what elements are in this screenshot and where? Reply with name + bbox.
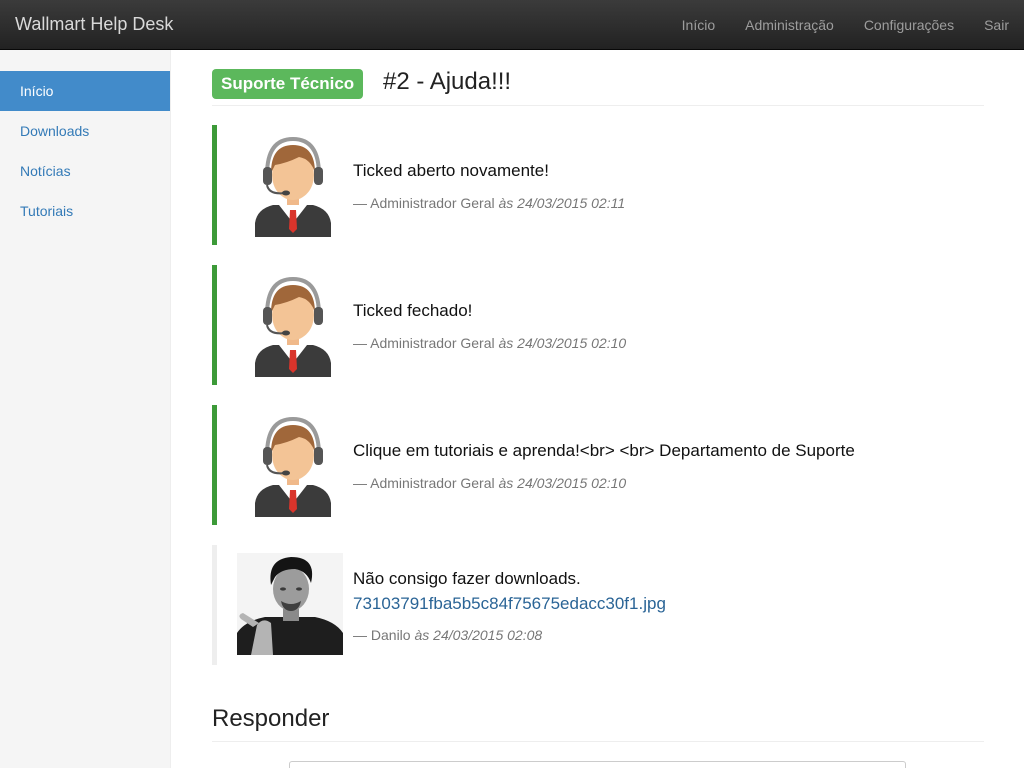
nav-link-sair[interactable]: Sair	[969, 0, 1024, 50]
message-meta: — Administrador Geral às 24/03/2015 02:1…	[353, 475, 626, 491]
page-header: Suporte Técnico #2 - Ajuda!!!	[212, 50, 984, 106]
reply-heading: Responder	[212, 705, 330, 732]
message-date: às 24/03/2015 02:08	[414, 627, 543, 643]
nav-link-inicio[interactable]: Início	[667, 0, 730, 50]
support-agent-avatar-icon	[255, 136, 331, 237]
sidebar-item-noticias[interactable]: Notícias	[0, 151, 170, 191]
message-text: Ticked fechado!	[353, 301, 473, 320]
user-photo-icon	[237, 553, 343, 655]
message-author: — Administrador Geral	[353, 335, 495, 351]
sidebar-item-inicio[interactable]: Início	[0, 71, 170, 111]
message-date: às 24/03/2015 02:10	[498, 335, 627, 351]
nav-link-configuracoes[interactable]: Configurações	[849, 0, 969, 50]
message-meta: — Danilo às 24/03/2015 02:08	[353, 627, 542, 643]
message-text: Não consigo fazer downloads.	[353, 569, 581, 588]
message-author: — Administrador Geral	[353, 195, 495, 211]
top-nav-links: Início Administração Configurações Sair	[667, 0, 1024, 50]
category-badge: Suporte Técnico	[212, 69, 364, 99]
message-item: Clique em tutoriais e aprenda!<br> <br> …	[212, 405, 984, 525]
message-item: Não consigo fazer downloads. 73103791fba…	[212, 545, 984, 665]
message-meta: — Administrador Geral às 24/03/2015 02:1…	[353, 195, 625, 211]
ticket-title: #2 - Ajuda!!!	[383, 68, 512, 95]
message-text: Ticked aberto novamente!	[353, 161, 549, 180]
message-date: às 24/03/2015 02:10	[498, 475, 627, 491]
reply-input[interactable]	[289, 761, 906, 768]
message-author: — Administrador Geral	[353, 475, 495, 491]
sidebar-item-downloads[interactable]: Downloads	[0, 111, 170, 151]
message-item: Ticked aberto novamente! — Administrador…	[212, 125, 984, 245]
message-author: — Danilo	[353, 627, 411, 643]
top-navbar: Wallmart Help Desk Início Administração …	[0, 0, 1024, 50]
reply-divider	[212, 741, 984, 742]
message-date: às 24/03/2015 02:11	[498, 195, 626, 211]
sidebar-item-tutoriais[interactable]: Tutoriais	[0, 191, 170, 231]
message-text: Clique em tutoriais e aprenda!<br> <br> …	[353, 441, 855, 460]
message-meta: — Administrador Geral às 24/03/2015 02:1…	[353, 335, 626, 351]
nav-link-administracao[interactable]: Administração	[730, 0, 849, 50]
sidebar: Início Downloads Notícias Tutoriais	[0, 50, 171, 768]
brand-title[interactable]: Wallmart Help Desk	[15, 14, 173, 35]
support-agent-avatar-icon	[255, 416, 331, 517]
main-content: Suporte Técnico #2 - Ajuda!!! Ticked abe…	[212, 50, 984, 768]
message-item: Ticked fechado! — Administrador Geral às…	[212, 265, 984, 385]
attachment-link[interactable]: 73103791fba5b5c84f75675edacc30f1.jpg	[353, 594, 666, 614]
support-agent-avatar-icon	[255, 276, 331, 377]
